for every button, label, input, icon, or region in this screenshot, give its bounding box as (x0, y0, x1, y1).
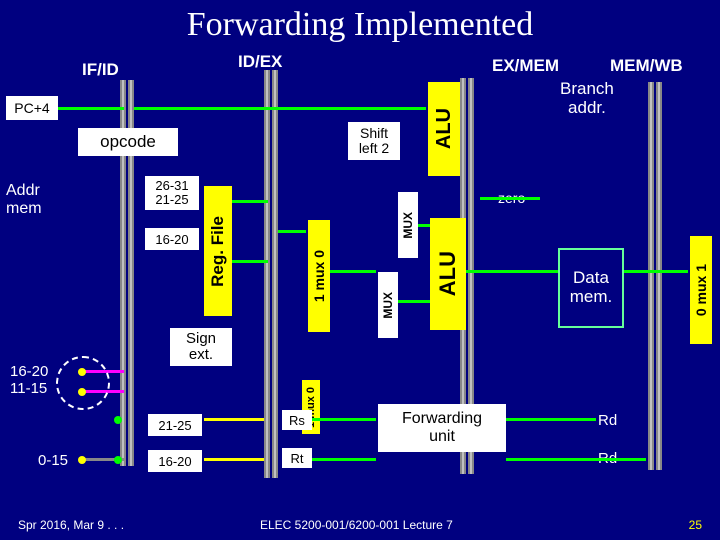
dot-c (78, 456, 86, 464)
wire-zero (480, 197, 540, 200)
signext-label: Sign ext. (186, 331, 216, 364)
wire-rd-b (506, 458, 646, 461)
shift-box: Shift left 2 (348, 122, 400, 160)
opcode-label: opcode (100, 132, 156, 152)
f1115: 11-15 (10, 380, 47, 397)
wire-c (418, 224, 430, 227)
onemux0-tall: 1 mux 0 (308, 220, 330, 332)
footer-center: ELEC 5200-001/6200-001 Lecture 7 (260, 518, 453, 532)
wire-rs2 (312, 418, 376, 421)
shift-label: Shift left 2 (359, 126, 389, 157)
pipereg-idex (264, 70, 270, 478)
fwd-unit: Forwarding unit (378, 404, 506, 452)
f1620: 16-20 (155, 232, 188, 247)
mux-bot: MUX (378, 272, 398, 338)
pipereg-memwb-2 (656, 82, 662, 470)
wire-a (278, 230, 306, 233)
field-16-20: 16-20 (145, 228, 199, 250)
zeromux1-label: 0 mux 1 (693, 264, 709, 316)
stage-memwb: MEM/WB (610, 56, 683, 76)
rt-box: Rt (282, 448, 312, 468)
addrmem-label: Addr mem (6, 182, 42, 217)
fwd-label: Forwarding unit (402, 410, 482, 445)
slide-title: Forwarding Implemented (0, 0, 720, 44)
stage-idex: ID/EX (238, 52, 282, 72)
mux-top-label: MUX (401, 212, 415, 239)
rt-label: Rt (291, 451, 304, 466)
field-26-31-21-25: 26-31 21-25 (145, 176, 199, 210)
alu-main: ALU (430, 218, 466, 330)
alu-main-label: ALU (435, 251, 461, 296)
stage-ifid: IF/ID (82, 60, 119, 80)
branch-label: Branch addr. (560, 80, 614, 117)
stage-exmem: EX/MEM (492, 56, 559, 76)
pipereg-memwb (648, 82, 654, 470)
wire-mem-out (624, 270, 688, 273)
wire-rd-a (506, 418, 596, 421)
alu-top: ALU (428, 82, 460, 176)
datamem-label: Data mem. (570, 269, 613, 306)
wire-alu-out (466, 270, 558, 273)
rd1-label: Rd (598, 412, 617, 429)
regfile-label: Reg. File (208, 216, 228, 287)
footer-right: 25 (689, 518, 702, 532)
mux-bot-label: MUX (381, 292, 395, 319)
field-0-15: 0-15 (38, 452, 68, 469)
wire-rs (204, 418, 264, 421)
wire-d (398, 300, 430, 303)
wire-pc4-b (134, 107, 426, 110)
field-16-20-11-15: 16-20 11-15 (10, 364, 48, 397)
alu-top-label: ALU (433, 108, 456, 149)
footer-left: Spr 2016, Mar 9 . . . (18, 518, 124, 532)
f2631: 26-31 (155, 179, 188, 193)
regfile-box: Reg. File (204, 186, 232, 316)
f1620s: 16-20 (10, 363, 48, 380)
wire-rf1 (232, 200, 268, 203)
f1620b: 16-20 (158, 454, 191, 469)
dot-d (114, 416, 122, 424)
pipereg-idex-2 (272, 70, 278, 478)
datamem-box: Data mem. (558, 248, 624, 328)
wire-pc4 (58, 107, 124, 110)
opcode-box: opcode (78, 128, 178, 156)
field-21-25s: 21-25 (148, 414, 202, 436)
zeromux1: 0 mux 1 (690, 236, 712, 344)
wire-rt2 (312, 458, 376, 461)
rs-box: Rs (282, 410, 312, 430)
f2125s: 21-25 (158, 418, 191, 433)
rs-label: Rs (289, 413, 305, 428)
pc4-box: PC+4 (6, 96, 58, 120)
wire-rf2 (232, 260, 268, 263)
field-16-20b: 16-20 (148, 450, 202, 472)
onemux0-label: 1 mux 0 (311, 250, 327, 302)
wire-rt (204, 458, 264, 461)
pc4-label: PC+4 (14, 100, 49, 116)
signext-box: Sign ext. (170, 328, 232, 366)
dashed-highlight (56, 356, 110, 410)
f2125: 21-25 (155, 193, 188, 207)
wire-b (330, 270, 376, 273)
dot-e (114, 456, 122, 464)
mux-top: MUX (398, 192, 418, 258)
